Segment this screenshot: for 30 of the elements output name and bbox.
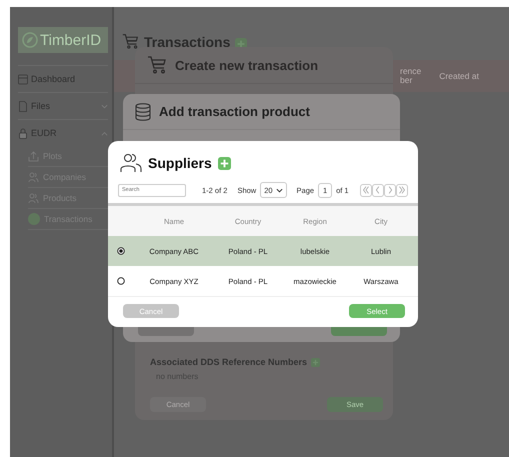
double-chevron-icon: [361, 185, 371, 195]
first-page-button[interactable]: [360, 184, 372, 196]
database-icon: [135, 102, 151, 120]
logo-text: TimberID: [40, 32, 102, 48]
next-page-button[interactable]: [384, 184, 396, 196]
plus-icon[interactable]: [311, 358, 320, 366]
last-page-button[interactable]: [396, 184, 408, 196]
column-heading: ber: [400, 76, 414, 85]
radio-button[interactable]: [117, 247, 125, 255]
lock-icon: [18, 128, 28, 138]
section-title: Associated DDS Reference Numbers: [150, 357, 308, 367]
chevron-icon: [276, 188, 283, 192]
column-heading: rence: [400, 67, 422, 76]
chevron-icon[interactable]: [101, 104, 108, 109]
dialog-title: Create new transaction: [175, 58, 318, 72]
double-chevron-icon: [397, 185, 407, 195]
chevron-icon[interactable]: [101, 131, 108, 136]
people-icon: [120, 153, 142, 173]
previous-page-button[interactable]: [372, 184, 384, 196]
cart-icon: [122, 33, 139, 50]
panel-icon: [18, 74, 28, 84]
column-heading: Created at: [439, 72, 479, 80]
dialog-title: Suppliers: [148, 155, 212, 171]
cart-icon: [147, 55, 167, 75]
radio-button[interactable]: [117, 277, 125, 285]
dialog-title: Add transaction product: [159, 104, 310, 119]
leaf-logo-icon: [22, 32, 38, 48]
file-icon: [18, 100, 28, 112]
plus-icon[interactable]: [218, 156, 231, 170]
page-title: Transactions: [144, 34, 230, 50]
